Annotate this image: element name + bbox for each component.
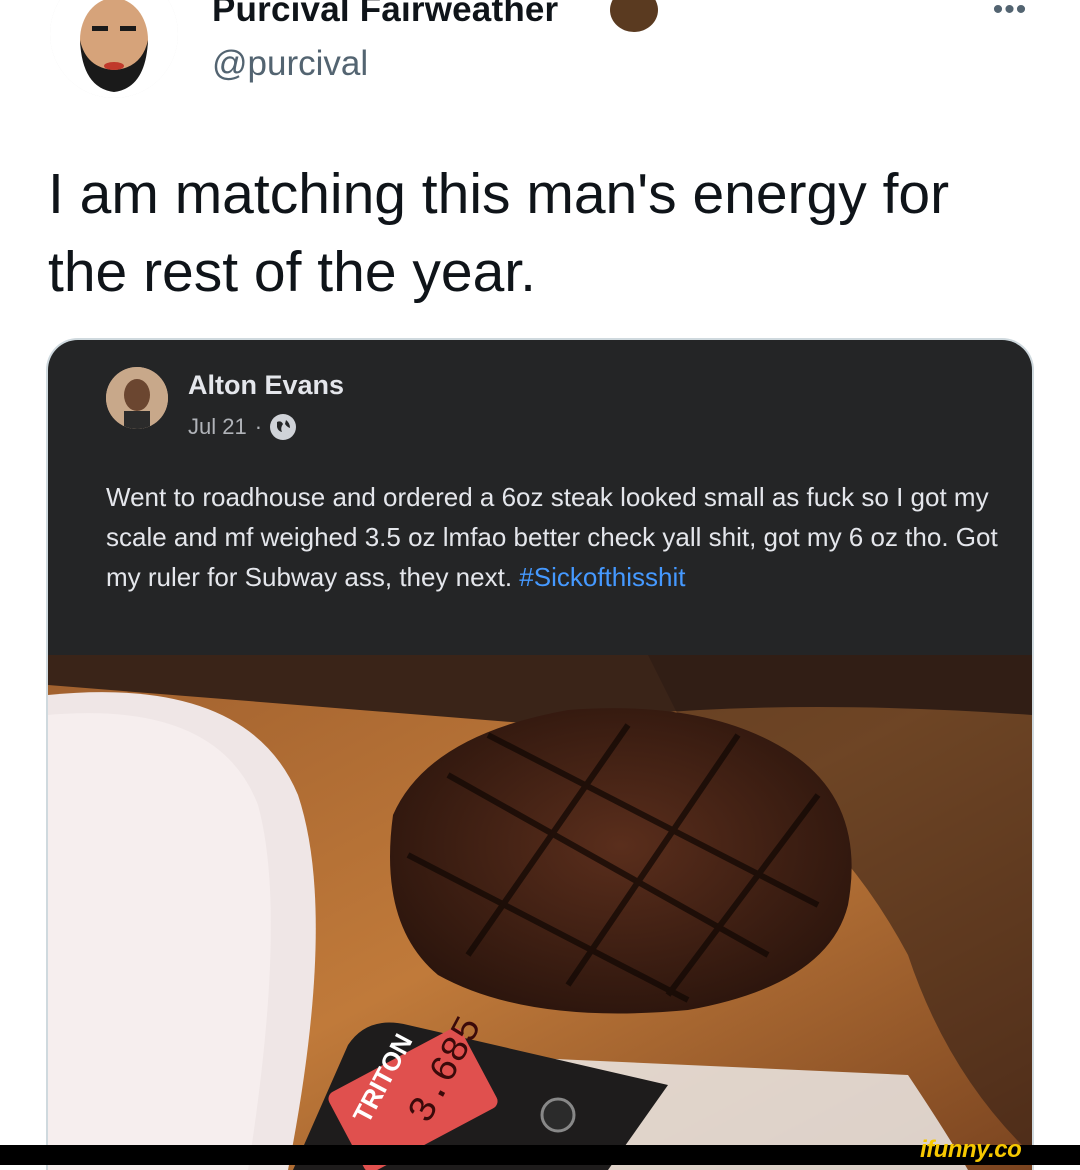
- author-avatar[interactable]: [106, 367, 168, 429]
- footer-bar: [0, 1145, 1080, 1165]
- embedded-post-card[interactable]: Alton Evans Jul 21 · Went to roadhouse a…: [48, 340, 1032, 1170]
- post-meta: Jul 21 ·: [188, 414, 297, 440]
- scale-power-button: [540, 1097, 576, 1133]
- display-name[interactable]: Purcival Fairweather: [212, 0, 558, 30]
- globe-icon: [270, 414, 297, 440]
- post-body: Went to roadhouse and ordered a 6oz stea…: [106, 477, 1006, 597]
- tweet-header: Purcival Fairweather @purcival •••: [0, 0, 1080, 120]
- raised-fist-icon: [610, 0, 658, 32]
- more-horizontal-icon[interactable]: •••: [985, 0, 1035, 28]
- tweet-text: I am matching this man's energy for the …: [48, 162, 950, 304]
- profile-avatar[interactable]: [50, 0, 178, 98]
- author-name[interactable]: Alton Evans: [188, 370, 344, 401]
- user-handle[interactable]: @purcival: [212, 44, 368, 84]
- post-date[interactable]: Jul 21: [188, 414, 247, 440]
- post-photo[interactable]: TRITON 3.685: [48, 655, 1032, 1170]
- meta-separator: ·: [254, 414, 263, 439]
- hashtag-link[interactable]: #Sickofthisshit: [519, 562, 685, 592]
- ifunny-watermark: ifunny.co: [920, 1136, 1022, 1163]
- avatar-cartoon-icon: [50, 0, 178, 98]
- author-photo-icon: [106, 367, 168, 429]
